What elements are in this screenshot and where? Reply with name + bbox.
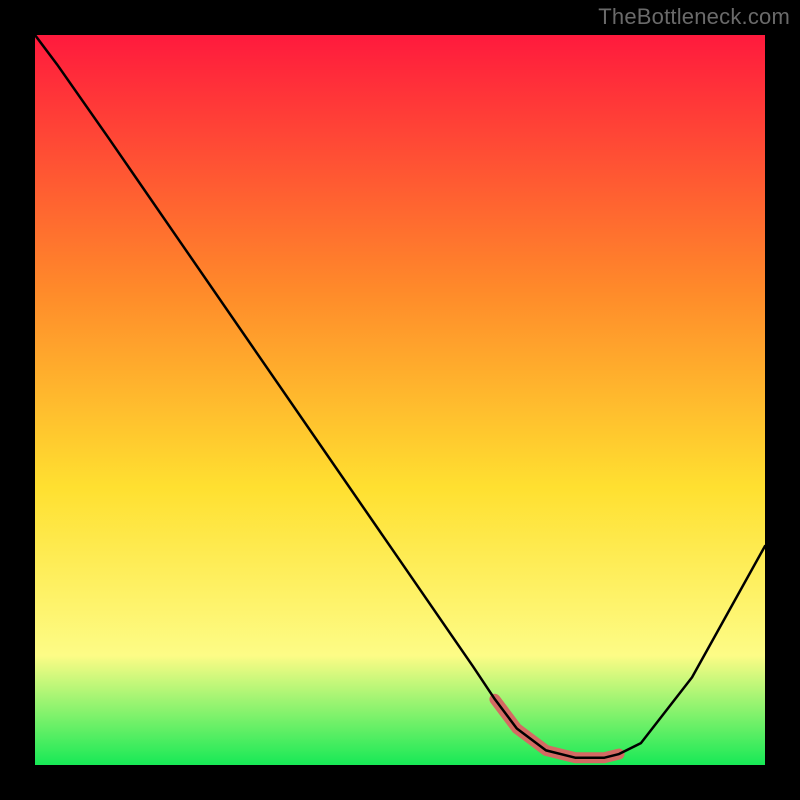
plot-area xyxy=(35,35,765,765)
bottleneck-chart xyxy=(35,35,765,765)
gradient-background xyxy=(35,35,765,765)
attribution-label: TheBottleneck.com xyxy=(598,4,790,30)
chart-frame: TheBottleneck.com xyxy=(0,0,800,800)
